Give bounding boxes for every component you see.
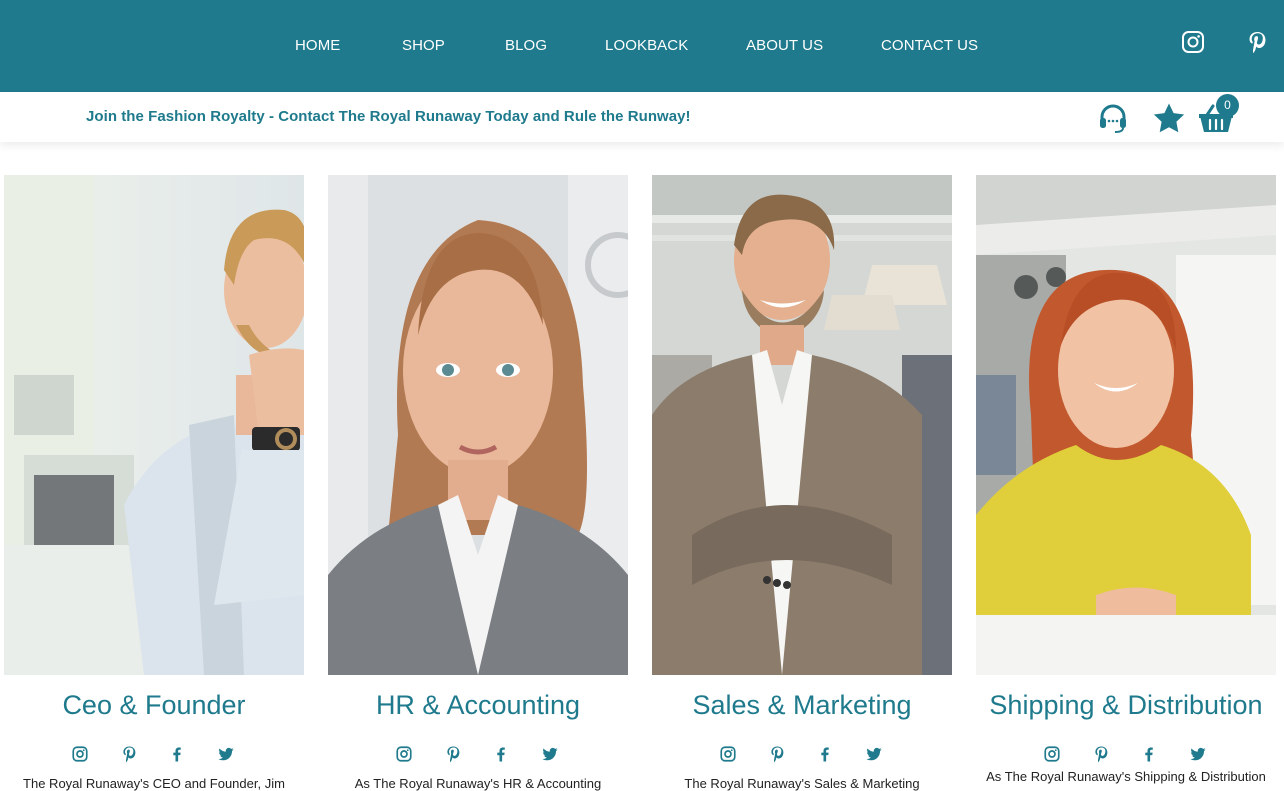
twitter-icon[interactable] xyxy=(217,745,235,763)
pinterest-icon[interactable] xyxy=(120,745,138,763)
instagram-icon[interactable] xyxy=(1181,30,1205,54)
role-bio: As The Royal Runaway's Shipping & Distri… xyxy=(986,769,1266,784)
role-bio: The Royal Runaway's CEO and Founder, Jim xyxy=(23,776,285,791)
nav-menu: HOME SHOP BLOG LOOKBACK ABOUT US CONTACT… xyxy=(0,0,1284,92)
role-bio: As The Royal Runaway's HR & Accounting xyxy=(354,776,602,791)
facebook-icon[interactable] xyxy=(1140,745,1158,763)
card-social-links xyxy=(328,745,628,765)
pinterest-icon[interactable] xyxy=(768,745,786,763)
twitter-icon[interactable] xyxy=(541,745,559,763)
team-photo-shipping xyxy=(976,175,1276,675)
team-photo-ceo xyxy=(4,175,304,675)
team-card-hr: HR & Accounting As The Royal Runaway's H… xyxy=(328,175,628,791)
instagram-icon[interactable] xyxy=(395,745,413,763)
nav-about-us[interactable]: ABOUT US xyxy=(746,37,823,54)
team-card-shipping: Shipping & Distribution As The Royal Run… xyxy=(976,175,1276,788)
role-bio: The Royal Runaway's Sales & Marketing xyxy=(684,776,920,791)
facebook-icon[interactable] xyxy=(816,745,834,763)
nav-blog[interactable]: BLOG xyxy=(505,37,547,54)
card-social-links xyxy=(976,745,1276,765)
role-title: Ceo & Founder xyxy=(62,690,246,720)
team-photo-sales xyxy=(652,175,952,675)
nav-contact-us[interactable]: CONTACT US xyxy=(881,37,978,54)
twitter-icon[interactable] xyxy=(865,745,883,763)
top-navigation: HOME SHOP BLOG LOOKBACK ABOUT US CONTACT… xyxy=(0,0,1284,92)
pinterest-icon[interactable] xyxy=(1092,745,1110,763)
facebook-icon[interactable] xyxy=(492,745,510,763)
nav-lookback[interactable]: LOOKBACK xyxy=(605,37,688,54)
nav-home[interactable]: HOME xyxy=(295,37,340,54)
twitter-icon[interactable] xyxy=(1189,745,1207,763)
role-title: HR & Accounting xyxy=(375,690,581,720)
team-card-ceo: Ceo & Founder The Royal Runaway's CEO an… xyxy=(4,175,304,791)
star-icon[interactable] xyxy=(1152,102,1186,134)
cart-count-badge: 0 xyxy=(1216,94,1239,117)
pinterest-icon[interactable] xyxy=(1245,30,1269,54)
team-photo-hr xyxy=(328,175,628,675)
pinterest-icon[interactable] xyxy=(444,745,462,763)
instagram-icon[interactable] xyxy=(719,745,737,763)
team-card-sales: Sales & Marketing The Royal Runaway's Sa… xyxy=(652,175,952,791)
role-title: Shipping & Distribution xyxy=(989,690,1263,720)
headset-icon[interactable] xyxy=(1097,102,1129,134)
role-title: Sales & Marketing xyxy=(692,690,912,720)
instagram-icon[interactable] xyxy=(71,745,89,763)
facebook-icon[interactable] xyxy=(168,745,186,763)
instagram-icon[interactable] xyxy=(1043,745,1061,763)
nav-shop[interactable]: SHOP xyxy=(402,37,445,54)
announcement-tagline[interactable]: Join the Fashion Royalty - Contact The R… xyxy=(86,108,691,125)
card-social-links xyxy=(652,745,952,765)
card-social-links xyxy=(4,745,304,765)
